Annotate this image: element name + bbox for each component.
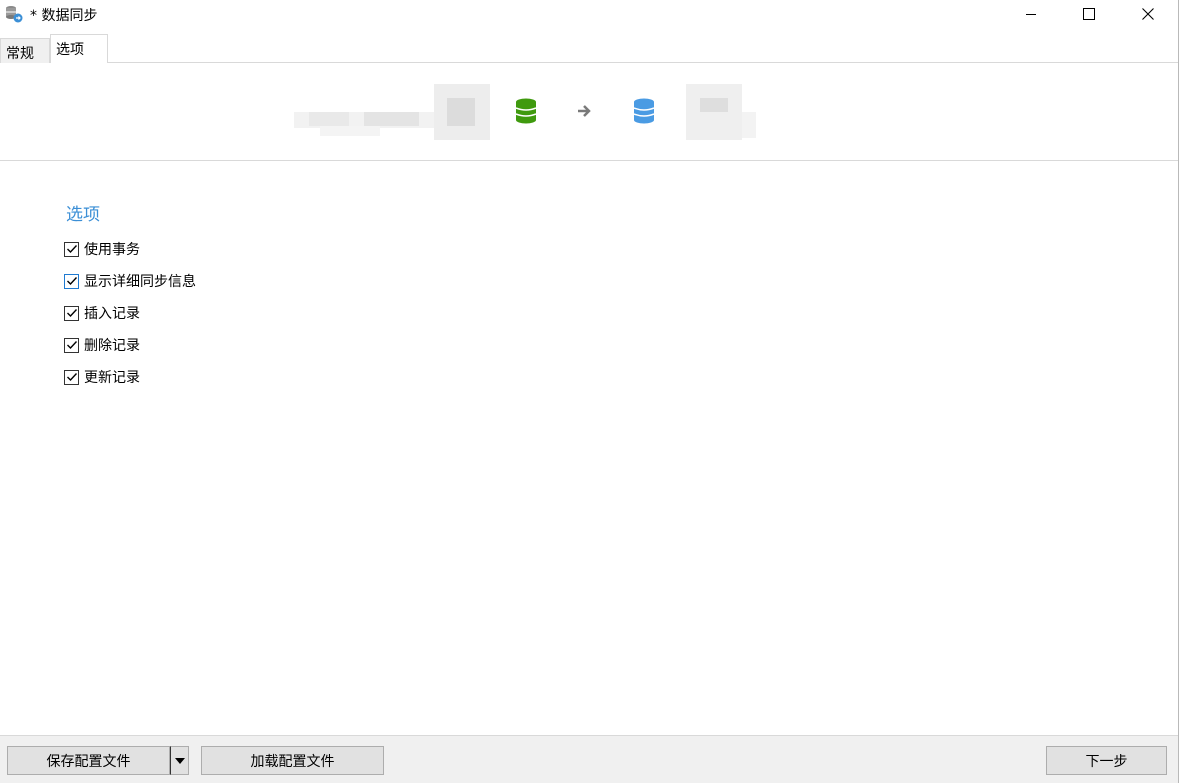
target-database-icon [633, 98, 655, 124]
option-update-records[interactable]: 更新记录 [64, 367, 140, 387]
maximize-icon [1083, 8, 1095, 20]
window-title: * 数据同步 [30, 8, 98, 24]
checkbox[interactable] [64, 305, 79, 321]
maximize-button[interactable] [1060, 0, 1118, 28]
option-label: 显示详细同步信息 [84, 274, 196, 290]
close-icon [1142, 8, 1154, 20]
save-profile-dropdown-button[interactable] [170, 746, 189, 775]
chevron-down-icon [174, 757, 185, 764]
option-label: 插入记录 [84, 306, 140, 322]
checkbox[interactable] [64, 273, 79, 289]
checkbox[interactable] [64, 337, 79, 353]
option-label: 删除记录 [84, 338, 140, 354]
tab-general[interactable]: 常规 [0, 38, 50, 63]
tab-options[interactable]: 选项 [50, 34, 108, 64]
checkmark-icon [66, 309, 77, 318]
app-db-sync-icon [6, 6, 23, 23]
minimize-icon [1026, 14, 1036, 15]
checkbox[interactable] [64, 369, 79, 385]
next-step-button[interactable]: 下一步 [1046, 746, 1167, 775]
option-label: 使用事务 [84, 242, 140, 258]
tab-strip: 常规 选项 [0, 34, 1178, 64]
options-section-title: 选项 [66, 205, 100, 225]
source-database-icon [515, 98, 537, 124]
option-insert-records[interactable]: 插入记录 [64, 303, 140, 323]
minimize-button[interactable] [1002, 0, 1060, 28]
option-label: 更新记录 [84, 370, 140, 386]
close-button[interactable] [1119, 0, 1177, 28]
option-show-verbose-info[interactable]: 显示详细同步信息 [64, 271, 196, 291]
data-sync-window: * 数据同步 常规 选项 选项 使用事务 显示详细同步信息 插入记录 删除记录 … [0, 0, 1179, 783]
checkmark-icon [66, 277, 77, 286]
checkbox[interactable] [64, 241, 79, 257]
load-profile-button[interactable]: 加载配置文件 [201, 746, 384, 775]
title-bar: * 数据同步 [0, 0, 1178, 30]
save-profile-button[interactable]: 保存配置文件 [7, 746, 170, 775]
checkmark-icon [66, 373, 77, 382]
option-delete-records[interactable]: 删除记录 [64, 335, 140, 355]
footer-bar: 保存配置文件 加载配置文件 下一步 [0, 735, 1178, 783]
checkmark-icon [66, 341, 77, 350]
checkmark-icon [66, 245, 77, 254]
arrow-right-icon [578, 105, 591, 117]
option-use-transaction[interactable]: 使用事务 [64, 239, 140, 259]
